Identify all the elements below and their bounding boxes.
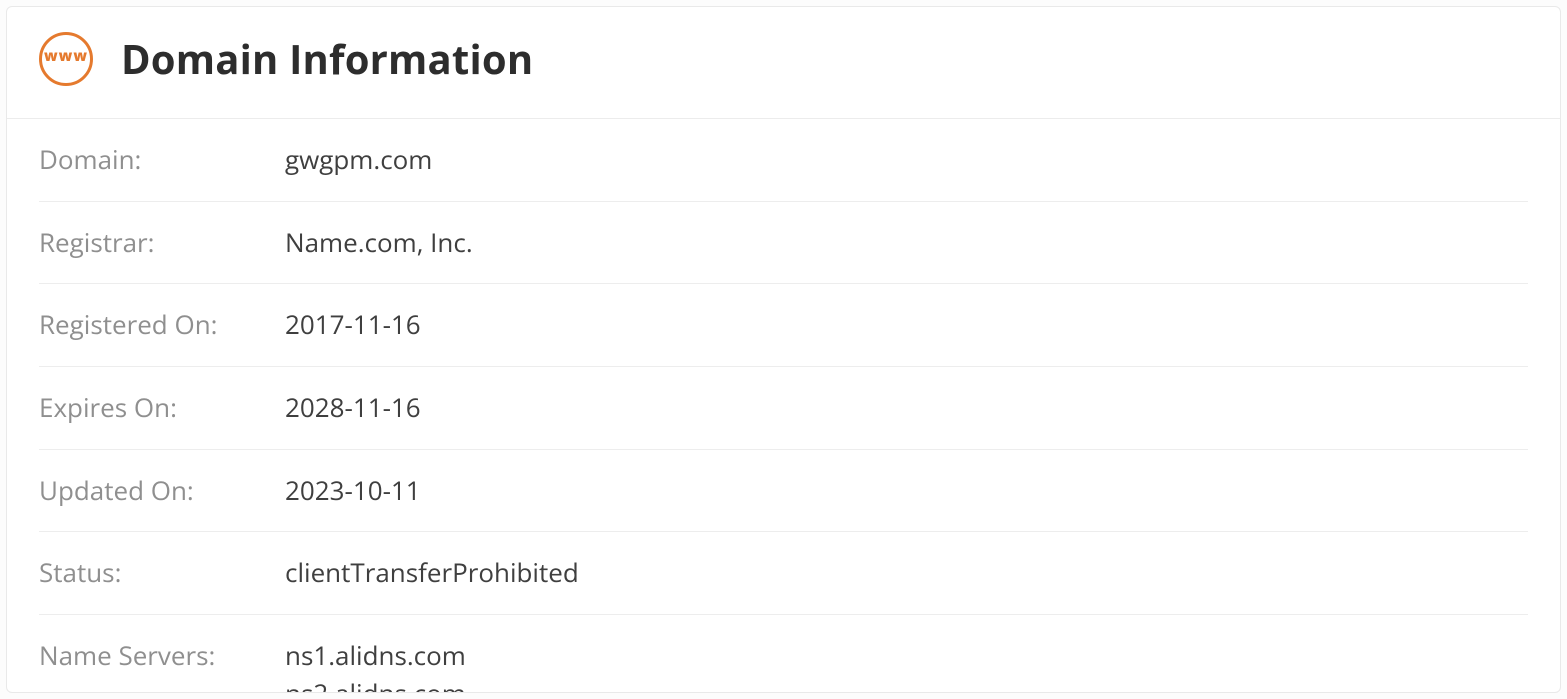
value-updated-on: 2023-10-11	[285, 472, 1528, 510]
value-registrar: Name.com, Inc.	[285, 224, 1528, 262]
row-name-servers: Name Servers: ns1.alidns.com ns2.alidns.…	[39, 615, 1528, 693]
label-registered-on: Registered On:	[39, 306, 285, 344]
value-expires-on: 2028-11-16	[285, 389, 1528, 427]
info-rows: Domain: gwgpm.com Registrar: Name.com, I…	[7, 119, 1560, 693]
row-registered-on: Registered On: 2017-11-16	[39, 284, 1528, 367]
label-status: Status:	[39, 554, 285, 592]
label-domain: Domain:	[39, 141, 285, 179]
card-header: www Domain Information	[7, 7, 1560, 119]
row-registrar: Registrar: Name.com, Inc.	[39, 202, 1528, 285]
domain-info-card: www Domain Information Domain: gwgpm.com…	[6, 6, 1561, 693]
label-updated-on: Updated On:	[39, 472, 285, 510]
label-name-servers: Name Servers:	[39, 637, 285, 693]
www-icon-text: www	[44, 49, 88, 64]
www-icon: www	[39, 32, 93, 86]
value-registered-on: 2017-11-16	[285, 306, 1528, 344]
value-status: clientTransferProhibited	[285, 554, 1528, 592]
value-domain: gwgpm.com	[285, 141, 1528, 179]
label-expires-on: Expires On:	[39, 389, 285, 427]
value-name-servers: ns1.alidns.com ns2.alidns.com	[285, 637, 1528, 693]
row-updated-on: Updated On: 2023-10-11	[39, 450, 1528, 533]
row-expires-on: Expires On: 2028-11-16	[39, 367, 1528, 450]
card-title: Domain Information	[121, 31, 533, 86]
row-status: Status: clientTransferProhibited	[39, 532, 1528, 615]
label-registrar: Registrar:	[39, 224, 285, 262]
row-domain: Domain: gwgpm.com	[39, 119, 1528, 202]
